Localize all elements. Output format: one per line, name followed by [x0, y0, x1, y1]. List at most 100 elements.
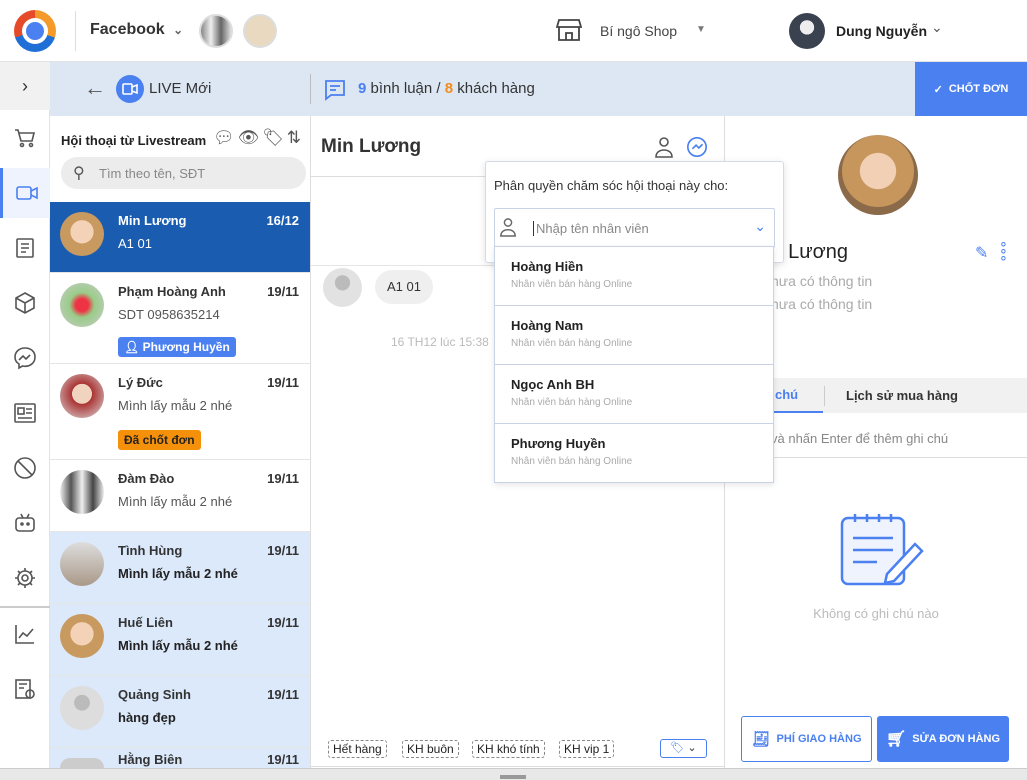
tag-icon[interactable]: 🏷︎ — [262, 128, 287, 147]
date: 19/11 — [267, 687, 299, 702]
chevron-down-icon[interactable]: ⌄ — [931, 19, 943, 36]
shipping-fee-label: PHÍ GIAO HÀNG — [776, 733, 862, 745]
customer-name: . Lương — [777, 241, 848, 263]
list-item[interactable]: Huế Liên 19/11 Mình lấy mẫu 2 nhé — [50, 604, 310, 676]
sidebar-item-blocked[interactable] — [0, 443, 50, 493]
avatar — [60, 374, 104, 418]
employee-search-input[interactable]: Nhập tên nhân viên ⌄ — [494, 208, 775, 248]
date: 19/11 — [267, 284, 299, 299]
sidebar-item-posts[interactable] — [0, 223, 50, 273]
page-avatar[interactable] — [199, 14, 233, 48]
divider — [0, 606, 50, 608]
quick-tag[interactable]: Hết hàng — [328, 740, 387, 758]
live-stats: 9 bình luận / 8 khách hàng — [358, 80, 535, 97]
user-name[interactable]: Dung Nguyễn — [836, 23, 927, 39]
caret-down-icon[interactable]: ▼ — [696, 24, 706, 35]
employee-name: Ngọc Anh BH — [511, 377, 595, 392]
sidebar-item-settings[interactable] — [0, 553, 50, 603]
comments-label: bình luận / — [370, 80, 441, 97]
search-placeholder: Tìm theo tên, SĐT — [99, 166, 206, 181]
tab-purchase-history[interactable]: Lịch sử mua hàng — [846, 388, 958, 403]
comment-filter-icon[interactable]: 💬︎ — [213, 128, 238, 147]
eye-icon[interactable]: 👁︎ — [238, 128, 263, 147]
assign-title: Phân quyền chăm sóc hội thoại này cho: — [494, 178, 729, 193]
quick-tag[interactable]: KH vip 1 — [559, 740, 615, 758]
sidebar-item-orders[interactable] — [0, 113, 50, 163]
messenger-icon[interactable] — [686, 136, 708, 161]
user-avatar[interactable] — [789, 13, 825, 49]
horizontal-scrollbar[interactable] — [0, 768, 1027, 780]
employee-placeholder: Nhập tên nhân viên — [533, 221, 649, 236]
date: 19/11 — [267, 375, 299, 390]
sidebar-item-messenger[interactable] — [0, 333, 50, 383]
employee-role: Nhân viên bán hàng Online — [511, 456, 633, 467]
sidebar-item-bot[interactable] — [0, 498, 50, 548]
back-button[interactable]: ← — [84, 75, 106, 101]
scrollbar-thumb[interactable] — [500, 775, 526, 779]
sidebar-item-live[interactable] — [0, 168, 50, 218]
employee-dropdown: Hoàng Hiền Nhân viên bán hàng Online Hoàn… — [494, 246, 774, 483]
more-options-icon[interactable]: ∘ ∘ ∘ — [999, 236, 1008, 264]
sort-icon[interactable]: ⇅ — [287, 128, 304, 147]
list-item[interactable]: Đàm Đào 19/11 Mình lấy mẫu 2 nhé — [50, 460, 310, 532]
close-order-label: CHỐT ĐƠN — [948, 83, 1009, 95]
avatar — [60, 212, 104, 256]
edit-icon[interactable]: ✎ — [975, 243, 988, 263]
contact-name: Phạm Hoàng Anh — [118, 284, 226, 299]
live-header: ← LIVE Mới 9 bình luận / 8 khách hàng — [50, 62, 915, 116]
divider — [310, 74, 311, 104]
list-item[interactable]: Quảng Sinh 19/11 hàng đẹp — [50, 676, 310, 748]
edit-order-button[interactable]: 🛒︎ SỬA ĐƠN HÀNG — [877, 716, 1009, 762]
quick-tag[interactable]: KH khó tính — [472, 740, 545, 758]
sidebar-item-reports[interactable] — [0, 609, 50, 659]
gear-icon — [15, 568, 35, 588]
date: 19/11 — [267, 543, 299, 558]
clock-document-icon — [15, 679, 35, 699]
chevron-down-icon[interactable]: ⌄ — [754, 218, 766, 235]
employee-option[interactable]: Ngọc Anh BH Nhân viên bán hàng Online — [495, 365, 773, 424]
list-title: Hội thoại từ Livestream — [61, 133, 207, 148]
sidebar-item-customers[interactable] — [0, 388, 50, 438]
sidebar-item-products[interactable] — [0, 278, 50, 328]
employee-name: Hoàng Hiền — [511, 259, 584, 274]
date: 19/11 — [267, 615, 299, 630]
list-item[interactable]: Hằng Biên 19/11 — [50, 748, 310, 768]
chart-icon — [15, 625, 34, 644]
list-item[interactable]: Lý Đức 19/11 Mình lấy mẫu 2 nhé Đã chốt đơn — [50, 364, 310, 460]
channel-selector[interactable]: Facebook ⌄ — [90, 21, 183, 39]
employee-name: Phương Huyền — [511, 436, 606, 451]
customer-phone: hưa có thông tin — [771, 273, 873, 289]
list-item[interactable]: Tình Hùng 19/11 Mình lấy mẫu 2 nhé — [50, 532, 310, 604]
page-avatar[interactable] — [243, 14, 277, 48]
assign-user-icon[interactable] — [654, 136, 674, 161]
employee-role: Nhân viên bán hàng Online — [511, 279, 633, 290]
tag-icon: 🏷︎ — [670, 742, 685, 754]
sidebar-item-history[interactable] — [0, 664, 50, 714]
quick-tag[interactable]: KH buôn — [402, 740, 459, 758]
search-input[interactable]: ⚲ Tìm theo tên, SĐT — [61, 157, 306, 189]
box-icon — [15, 292, 35, 314]
list-item[interactable]: Phạm Hoàng Anh 19/11 SDT 0958635214 👤︎ Phươ… — [50, 273, 310, 364]
live-title: LIVE Mới — [149, 80, 212, 97]
document-icon — [16, 238, 34, 258]
expand-sidebar-button[interactable]: › — [0, 62, 50, 110]
check-icon: ✓ — [933, 83, 943, 96]
list-item[interactable]: Min Lương 16/12 A1 01 — [50, 202, 310, 273]
contact-name: Đàm Đào — [118, 471, 175, 486]
cart-icon — [15, 129, 36, 148]
employee-option[interactable]: Hoàng Nam Nhân viên bán hàng Online — [495, 306, 773, 365]
employee-option[interactable]: Phương Huyền Nhân viên bán hàng Online — [495, 424, 773, 483]
shop-selector[interactable]: Bí ngô Shop — [600, 23, 677, 39]
close-order-button[interactable]: ✓ CHỐT ĐƠN — [915, 62, 1027, 116]
shipping-fee-button[interactable]: 🧾︎ PHÍ GIAO HÀNG — [741, 716, 872, 762]
last-message: Mình lấy mẫu 2 nhé — [118, 566, 238, 581]
divider — [311, 766, 725, 767]
last-message: hàng đẹp — [118, 710, 176, 725]
assignee-name: Phương Huyền — [142, 340, 230, 354]
tag-dropdown-button[interactable]: 🏷︎ ⌄ — [660, 739, 707, 758]
user-icon — [499, 217, 517, 240]
employee-role: Nhân viên bán hàng Online — [511, 338, 633, 349]
search-icon: ⚲ — [73, 165, 85, 182]
employee-option[interactable]: Hoàng Hiền Nhân viên bán hàng Online — [495, 247, 773, 306]
messenger-icon — [14, 347, 36, 370]
